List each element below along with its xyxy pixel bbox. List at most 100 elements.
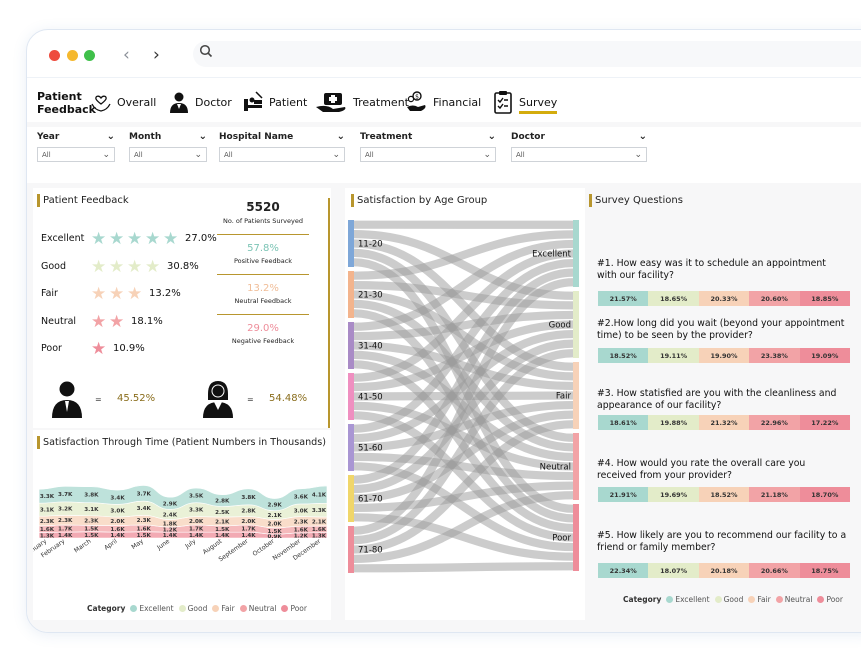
forward-arrow-icon[interactable]: › [153, 45, 160, 65]
time-area-chart: 1.3K 1.4K 1.5K 1.4K 1.5K 1.4K 1.4K 1.4K 1.4K 0.9K… [33, 485, 328, 564]
legend-swatch [130, 605, 138, 612]
nav-item-overall[interactable]: Overall [89, 90, 156, 114]
rating-percent: 27.0% [185, 233, 217, 244]
legend-item[interactable]: Good [188, 604, 208, 613]
nav-item-label: Survey [519, 96, 558, 114]
close-dot[interactable] [49, 50, 60, 61]
legend-item[interactable]: Fair [221, 604, 234, 613]
star-icon: ★ [109, 284, 125, 304]
rating-label: Fair [41, 288, 58, 299]
surveyed-count: 5520 [246, 200, 280, 214]
filter-label: Treatment [360, 131, 413, 142]
star-icon: ★ [109, 229, 125, 249]
area-data-label: 2.4K [163, 512, 178, 518]
survey-bar-segment: 22.96% [749, 415, 800, 430]
star-icon: ★ [91, 284, 107, 304]
filter-value: All [365, 150, 374, 159]
survey-bar-segment: 18.65% [648, 291, 699, 306]
legend-item[interactable]: Good [724, 595, 744, 604]
minimize-dot[interactable] [67, 50, 78, 61]
chevron-down-icon[interactable]: ⌄ [488, 131, 496, 142]
nav-item-doctor[interactable]: Doctor [167, 90, 232, 114]
chevron-down-icon[interactable]: ⌄ [107, 131, 115, 142]
legend-item[interactable]: Excellent [139, 604, 173, 613]
area-data-label: 3.0K [110, 509, 125, 515]
legend-item[interactable]: Fair [757, 595, 770, 604]
survey-bar-segment: 19.11% [648, 348, 699, 363]
survey-question: #4. How would you rate the overall care … [597, 458, 806, 481]
legend-item[interactable]: Excellent [675, 595, 709, 604]
chevron-down-icon[interactable]: ⌄ [639, 131, 647, 142]
area-data-label: 2.3K [84, 519, 99, 525]
area-data-label: 1.8K [163, 521, 178, 527]
survey-bar-segment: 19.88% [648, 415, 699, 430]
dashboard: Patient Feedback Overall Doctor Patient Trea… [27, 78, 861, 632]
nav-item-survey[interactable]: Survey [491, 90, 558, 114]
area-data-label: 1.6K [137, 526, 152, 532]
area-data-label: 3.2K [58, 507, 73, 513]
area-data-label: 2.5K [215, 510, 230, 516]
survey-bar-segment: 21.91% [598, 487, 649, 502]
heart-hands-icon [89, 90, 113, 114]
chevron-down-icon[interactable]: ⌄ [199, 131, 207, 142]
filter-select[interactable]: All ⌄ [129, 147, 207, 162]
area-data-label: 1.6K [312, 527, 327, 533]
survey-bar-segment: 19.69% [648, 487, 699, 502]
filter-select[interactable]: All ⌄ [511, 147, 647, 162]
sankey-target-node [573, 291, 579, 358]
filter-value: All [42, 150, 51, 159]
nav-item-label: Overall [117, 95, 157, 109]
star-icon: ★ [127, 229, 143, 249]
area-data-label: 1.5K [137, 533, 152, 539]
area-data-label: 3.4K [137, 506, 152, 512]
area-data-label: 1.5K [268, 529, 283, 535]
survey-bar: 18.52% 19.11% 19.90% 23.38% 19.09% [598, 348, 851, 363]
sankey-source-label: 41-50 [358, 393, 383, 403]
area-data-label: 1.5K [84, 533, 99, 539]
chevron-down-icon[interactable]: ⌄ [337, 131, 345, 142]
star-icon: ★ [145, 229, 161, 249]
legend-swatch [775, 596, 783, 603]
survey-bar-segment: 18.75% [799, 563, 851, 578]
legend-item[interactable]: Poor [290, 604, 307, 613]
nav-item-financial[interactable]: $ Financial [405, 90, 481, 114]
area-data-label: 3.3K [312, 508, 327, 514]
back-arrow-icon[interactable]: ‹ [123, 45, 130, 65]
area-data-label: 1.7K [58, 527, 73, 533]
sankey-link [353, 562, 574, 573]
star-icon: ★ [91, 229, 107, 249]
legend-item[interactable]: Neutral [249, 604, 277, 613]
filter-select[interactable]: All ⌄ [360, 147, 496, 162]
filter-select[interactable]: All ⌄ [37, 147, 115, 162]
chevron-down-icon: ⌄ [102, 149, 110, 160]
area-data-label: 3.7K [58, 492, 73, 498]
x-tick-label: July [183, 538, 197, 551]
filter-value: All [134, 150, 143, 159]
maximize-dot[interactable] [84, 50, 95, 61]
star-icon: ★ [163, 229, 179, 249]
area-data-label: 2.8K [215, 499, 230, 505]
sankey-source-label: 51-60 [358, 444, 383, 454]
star-icon: ★ [127, 256, 143, 277]
area-data-label: 3.4K [110, 495, 125, 501]
area-data-label: 3.7K [137, 491, 152, 497]
sankey-link [353, 391, 574, 401]
address-bar[interactable] [193, 41, 861, 67]
legend-item[interactable]: Poor [826, 595, 843, 604]
legend-item[interactable]: Neutral [785, 595, 813, 604]
x-tick-label: September [218, 538, 250, 564]
nav-item-treatment[interactable]: Treatment [315, 90, 409, 114]
filter-select[interactable]: All ⌄ [219, 147, 345, 162]
survey-bar-segment: 20.60% [749, 291, 800, 306]
filter-label: Hospital Name [219, 131, 294, 142]
female-percent: 54.48% [269, 393, 308, 404]
chevron-down-icon: ⌄ [332, 149, 340, 160]
male-percent: 45.52% [117, 393, 156, 404]
filter-hospital-name: Hospital Name ⌄ All ⌄ [219, 131, 345, 162]
time-panel: Satisfaction Through Time (Patient Numbe… [33, 430, 331, 620]
age-sankey-chart: 11-20 21-30 31-40 41-50 51-60 61-70 71-80 Excel… [348, 220, 579, 573]
star-icon: ★ [91, 256, 107, 277]
nav-item-patient[interactable]: Patient [241, 90, 307, 114]
survey-question: #1. How easy was it to schedule an appoi… [597, 258, 826, 281]
neutral-value: 13.2% [247, 283, 279, 294]
